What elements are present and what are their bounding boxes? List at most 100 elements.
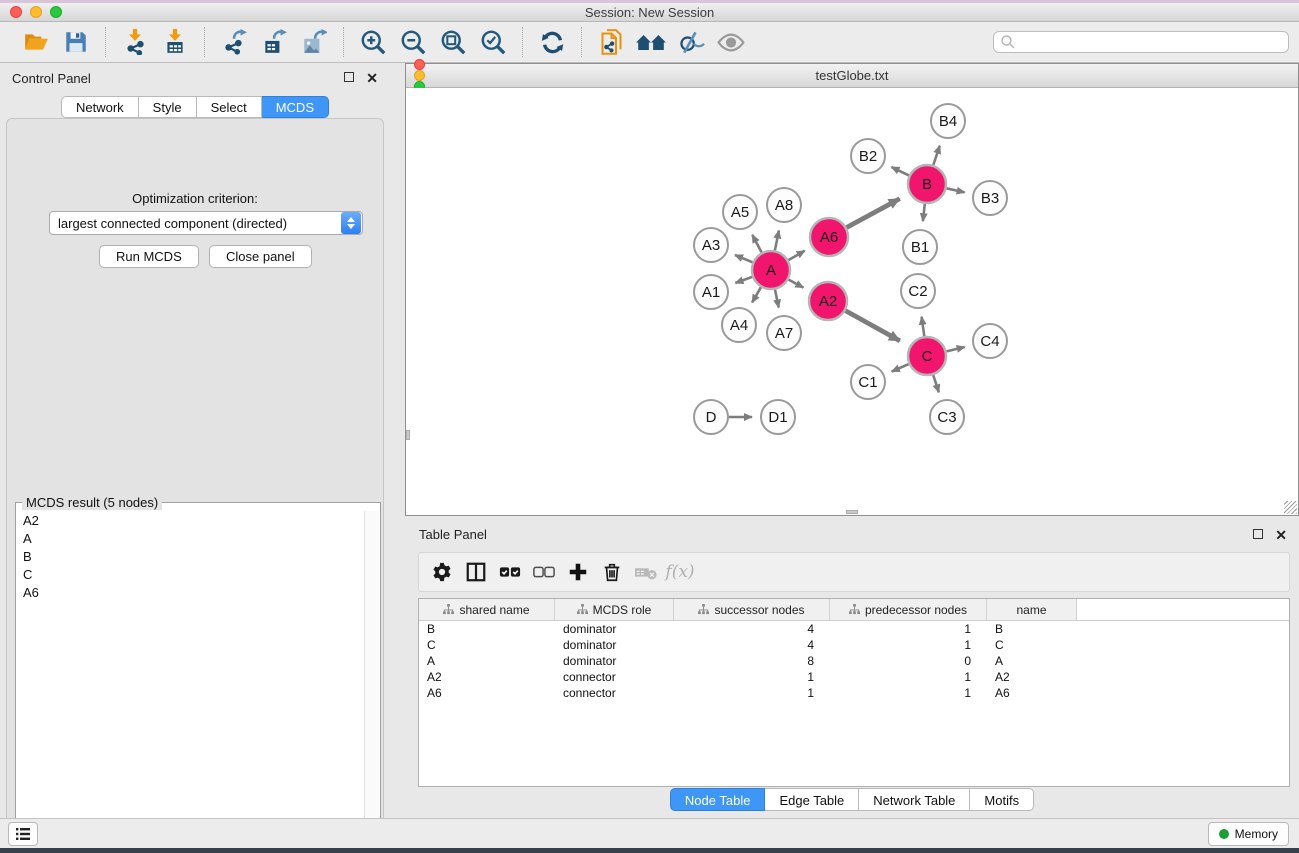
node-A6[interactable]: A6 xyxy=(810,218,848,256)
refresh-layout-icon[interactable] xyxy=(536,27,568,57)
zoom-fit-icon[interactable] xyxy=(437,27,469,57)
task-history-button[interactable] xyxy=(8,822,38,846)
float-table-panel-icon[interactable] xyxy=(1253,529,1263,541)
cell[interactable]: A2 xyxy=(987,670,1077,684)
edge-A-A2[interactable] xyxy=(789,280,804,288)
column-header-MCDS-role[interactable]: MCDS role xyxy=(555,599,674,620)
cell[interactable]: 1 xyxy=(830,622,987,636)
edge-A-A1[interactable] xyxy=(735,277,752,283)
node-C[interactable]: C xyxy=(908,337,946,375)
cell[interactable]: connector xyxy=(555,670,674,684)
edge-B-B1[interactable] xyxy=(923,204,925,221)
edge-A6-B[interactable] xyxy=(847,199,900,228)
close-panel-icon[interactable]: ✕ xyxy=(366,72,378,84)
cell[interactable]: 4 xyxy=(674,622,830,636)
node-C3[interactable]: C3 xyxy=(930,400,964,434)
column-header-successor-nodes[interactable]: successor nodes xyxy=(674,599,830,620)
tab-network[interactable]: Network xyxy=(61,96,139,118)
edge-A-A3[interactable] xyxy=(735,255,753,262)
export-table-icon[interactable] xyxy=(258,27,290,57)
vertical-scroll-thumb[interactable] xyxy=(406,430,410,440)
cell[interactable]: connector xyxy=(555,686,674,700)
node-C4[interactable]: C4 xyxy=(973,324,1007,358)
column-header-shared-name[interactable]: shared name xyxy=(419,599,555,620)
node-C2[interactable]: C2 xyxy=(901,274,935,308)
table-row[interactable]: Adominator80A xyxy=(419,653,1289,669)
cell[interactable]: 0 xyxy=(830,654,987,668)
add-column-icon[interactable] xyxy=(563,558,593,586)
eye-icon[interactable] xyxy=(715,27,747,57)
criterion-dropdown[interactable]: largest connected component (directed) xyxy=(49,211,363,235)
network-file-icon[interactable] xyxy=(595,27,627,57)
save-session-icon[interactable] xyxy=(60,27,92,57)
node-A4[interactable]: A4 xyxy=(722,308,756,342)
node-A7[interactable]: A7 xyxy=(767,316,801,350)
resize-grip-icon[interactable] xyxy=(1284,501,1297,514)
tab-mcds[interactable]: MCDS xyxy=(262,96,329,118)
horizontal-scroll-thumb[interactable] xyxy=(846,510,858,514)
close-panel-button[interactable]: Close panel xyxy=(209,245,312,268)
home-icon[interactable] xyxy=(635,27,667,57)
zoom-in-icon[interactable] xyxy=(357,27,389,57)
cell[interactable]: B xyxy=(987,622,1077,636)
tab-style[interactable]: Style xyxy=(139,96,197,118)
run-mcds-button[interactable]: Run MCDS xyxy=(99,245,199,268)
tab-edge-table[interactable]: Edge Table xyxy=(765,788,859,811)
edge-A2-C[interactable] xyxy=(846,311,900,341)
node-B[interactable]: B xyxy=(908,165,946,203)
node-A[interactable]: A xyxy=(752,251,790,289)
tab-node-table[interactable]: Node Table xyxy=(670,788,766,811)
cell[interactable]: A xyxy=(419,654,555,668)
tab-network-table[interactable]: Network Table xyxy=(859,788,970,811)
column-header-name[interactable]: name xyxy=(987,599,1077,620)
cell[interactable]: B xyxy=(419,622,555,636)
memory-button[interactable]: Memory xyxy=(1208,822,1289,846)
open-session-icon[interactable] xyxy=(20,27,52,57)
edge-A-A6[interactable] xyxy=(788,251,804,260)
column-header-predecessor-nodes[interactable]: predecessor nodes xyxy=(830,599,987,620)
node-B3[interactable]: B3 xyxy=(973,181,1007,215)
cell[interactable]: C xyxy=(987,638,1077,652)
cell[interactable]: A2 xyxy=(419,670,555,684)
edge-C-C4[interactable] xyxy=(947,347,965,351)
import-network-icon[interactable] xyxy=(119,27,151,57)
edge-B-B4[interactable] xyxy=(933,146,940,165)
cell[interactable]: 4 xyxy=(674,638,830,652)
tab-motifs[interactable]: Motifs xyxy=(970,788,1034,811)
cell[interactable]: dominator xyxy=(555,622,674,636)
edge-C-C3[interactable] xyxy=(933,375,939,392)
cell[interactable]: A6 xyxy=(419,686,555,700)
zoom-selected-icon[interactable] xyxy=(477,27,509,57)
result-item[interactable]: A xyxy=(17,529,365,547)
edge-A-A7[interactable] xyxy=(775,290,779,308)
zoom-out-icon[interactable] xyxy=(397,27,429,57)
result-scrollbar[interactable] xyxy=(364,511,379,845)
edge-C-C2[interactable] xyxy=(922,317,925,336)
edge-B-B3[interactable] xyxy=(947,188,965,192)
node-A1[interactable]: A1 xyxy=(694,275,728,309)
hide-glasses-icon[interactable] xyxy=(675,27,707,57)
cell[interactable]: 1 xyxy=(830,638,987,652)
search-input[interactable] xyxy=(1016,33,1288,51)
node-A3[interactable]: A3 xyxy=(694,228,728,262)
result-item[interactable]: B xyxy=(17,547,365,565)
edge-A-A5[interactable] xyxy=(752,235,761,253)
table-row[interactable]: Cdominator41C xyxy=(419,637,1289,653)
tab-select[interactable]: Select xyxy=(197,96,262,118)
network-canvas[interactable]: AA1A2A3A4A5A6A7A8BB1B2B3B4CC1C2C3C4DD1 xyxy=(406,88,1298,515)
edge-B-B2[interactable] xyxy=(892,167,909,175)
export-image-icon[interactable] xyxy=(298,27,330,57)
deselect-all-icon[interactable] xyxy=(529,558,559,586)
node-C1[interactable]: C1 xyxy=(851,365,885,399)
edge-A-A8[interactable] xyxy=(775,231,779,251)
node-A2[interactable]: A2 xyxy=(809,282,847,320)
table-row[interactable]: A6connector11A6 xyxy=(419,685,1289,701)
cell[interactable]: 1 xyxy=(674,670,830,684)
result-item[interactable]: C xyxy=(17,565,365,583)
cell[interactable]: 1 xyxy=(830,670,987,684)
close-table-panel-icon[interactable]: ✕ xyxy=(1275,529,1287,541)
column-selector-icon[interactable] xyxy=(461,558,491,586)
select-all-icon[interactable] xyxy=(495,558,525,586)
cell[interactable]: A xyxy=(987,654,1077,668)
result-item[interactable]: A2 xyxy=(17,511,365,529)
